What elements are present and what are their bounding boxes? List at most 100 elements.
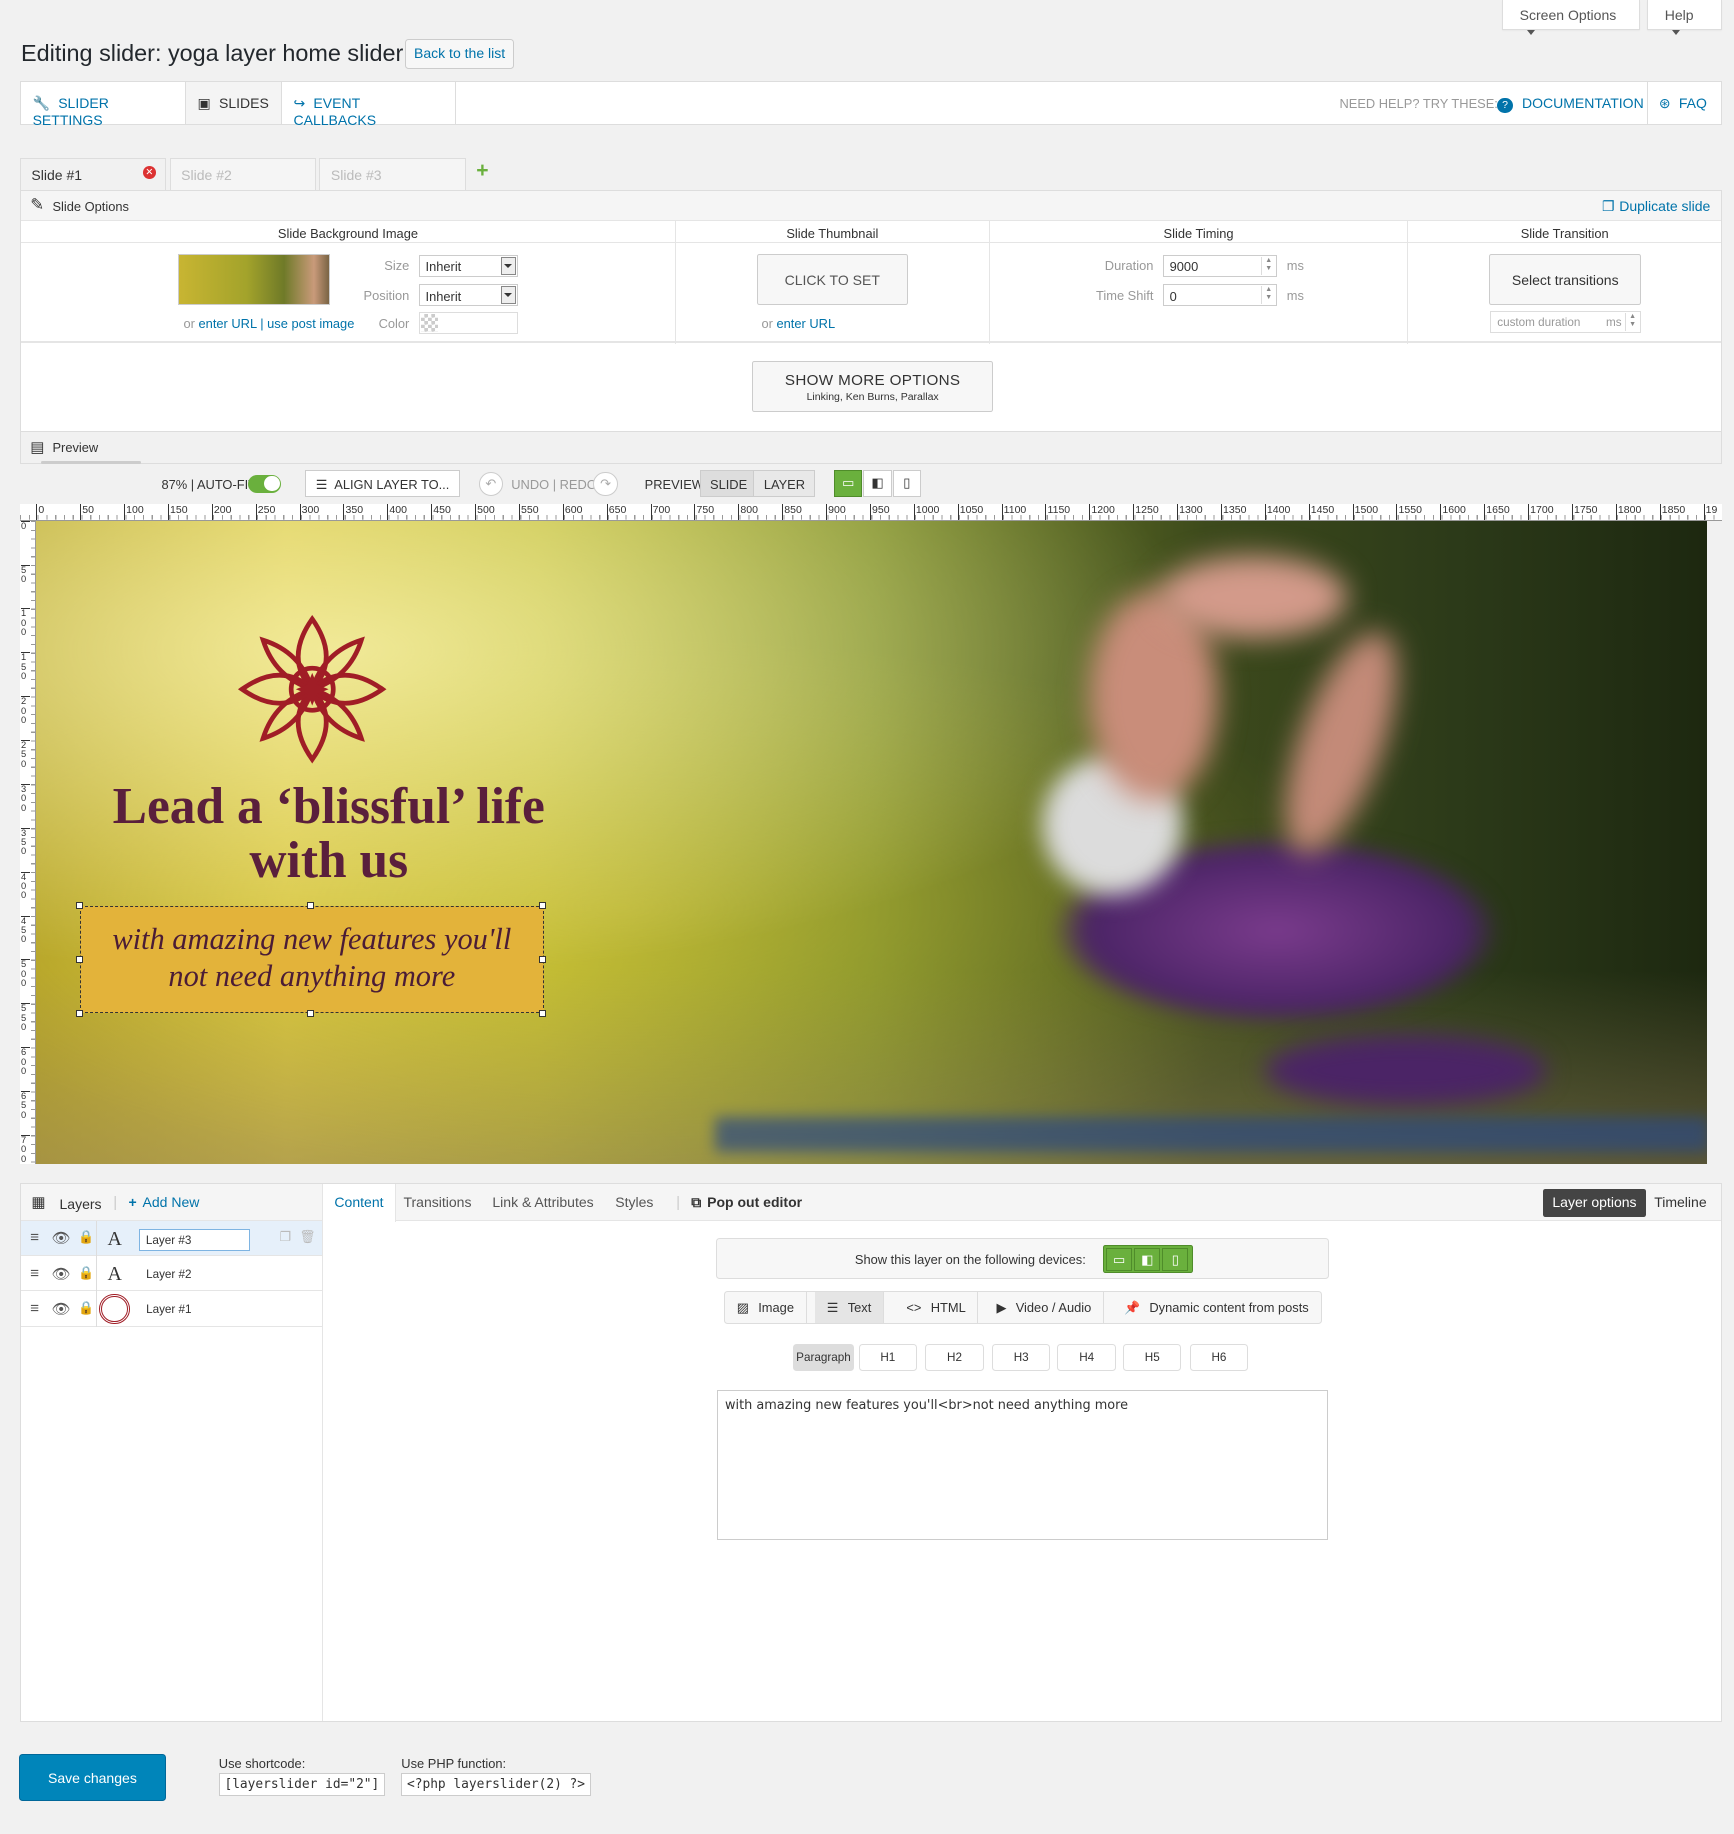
use-post-image-link[interactable]: use post image bbox=[267, 316, 354, 331]
layer-options-button[interactable]: Layer options bbox=[1543, 1188, 1646, 1217]
resize-handle[interactable] bbox=[539, 902, 547, 910]
undo-label[interactable]: UNDO bbox=[511, 477, 549, 492]
type-image-button[interactable]: ▨ Image bbox=[725, 1292, 807, 1323]
add-new-layer-button[interactable]: + Add New bbox=[129, 1194, 200, 1210]
tablet-icon[interactable]: ◧ bbox=[863, 470, 892, 498]
resize-handle[interactable] bbox=[76, 1009, 84, 1017]
drag-handle-icon[interactable]: ≡ bbox=[30, 1265, 39, 1282]
tag-h1-button[interactable]: H1 bbox=[858, 1344, 918, 1372]
resize-handle[interactable] bbox=[539, 955, 547, 963]
pop-out-editor-button[interactable]: ⧉ Pop out editor bbox=[680, 1184, 814, 1221]
resize-handle[interactable] bbox=[539, 1009, 547, 1017]
click-to-set-button[interactable]: CLICK TO SET bbox=[756, 253, 908, 306]
preview-slide-button[interactable]: SLIDE bbox=[699, 470, 757, 498]
select-transitions-button[interactable]: Select transitions bbox=[1489, 253, 1642, 306]
spinner-icon[interactable]: ▲ ▼ bbox=[1261, 286, 1275, 304]
layer-content-textarea[interactable]: with amazing new features you'll<br>not … bbox=[717, 1389, 1328, 1540]
phone-icon[interactable]: ▯ bbox=[892, 470, 921, 498]
spinner-icon[interactable]: ▲ ▼ bbox=[1625, 313, 1639, 331]
slide-canvas[interactable]: Lead a ‘blissful’ life with us with amaz… bbox=[36, 520, 1708, 1165]
tag-h6-button[interactable]: H6 bbox=[1189, 1344, 1249, 1372]
tag-h3-button[interactable]: H3 bbox=[991, 1344, 1051, 1372]
type-dynamic-button[interactable]: 📌 Dynamic content from posts bbox=[1112, 1292, 1320, 1322]
tab-transitions[interactable]: Transitions bbox=[392, 1184, 483, 1221]
layer-row[interactable]: ≡ 👁 🔒 A Layer #2 bbox=[20, 1256, 322, 1292]
ruler-tick-label: 1250 bbox=[1133, 504, 1159, 520]
drag-handle-icon[interactable]: ≡ bbox=[30, 1300, 39, 1317]
slide-tab-3[interactable]: Slide #3 bbox=[319, 157, 466, 190]
tab-content[interactable]: Content bbox=[322, 1183, 397, 1223]
type-html-button[interactable]: <> HTML bbox=[895, 1292, 979, 1323]
layer-name[interactable]: Layer #2 bbox=[146, 1268, 191, 1281]
auto-fit-toggle[interactable] bbox=[248, 475, 281, 493]
ruler-tick-label: 550 bbox=[21, 1003, 31, 1032]
faq-link[interactable]: ⊛ FAQ bbox=[1659, 95, 1707, 112]
show-more-options-button[interactable]: SHOW MORE OPTIONS Linking, Ken Burns, Pa… bbox=[752, 361, 994, 412]
lotus-logo-icon[interactable] bbox=[235, 612, 389, 766]
duration-input[interactable]: 9000 ▲ ▼ bbox=[1162, 254, 1278, 278]
type-video-button[interactable]: ▶ Video / Audio bbox=[985, 1292, 1104, 1323]
resize-handle[interactable] bbox=[306, 1009, 314, 1017]
resize-handle[interactable] bbox=[76, 902, 84, 910]
shortcode-field[interactable]: [layerslider id="2"] bbox=[218, 1772, 385, 1796]
layer-name-input[interactable]: Layer #3 bbox=[139, 1229, 251, 1251]
slide-tab-2[interactable]: Slide #2 bbox=[169, 157, 316, 190]
php-field[interactable]: <?php layerslider(2) ?> bbox=[401, 1772, 591, 1796]
lock-icon[interactable]: 🔒 bbox=[78, 1229, 94, 1245]
drag-handle-icon[interactable]: ≡ bbox=[30, 1229, 39, 1246]
eye-icon[interactable]: 👁 bbox=[51, 1229, 70, 1247]
lock-icon[interactable]: 🔒 bbox=[78, 1265, 94, 1281]
delete-slide-icon[interactable]: ✕ bbox=[142, 165, 156, 179]
position-select[interactable]: Inherit bbox=[418, 284, 519, 307]
layer-name[interactable]: Layer #1 bbox=[146, 1303, 191, 1316]
custom-duration-input[interactable]: custom duration ms ▲ ▼ bbox=[1490, 311, 1642, 334]
selected-text-layer[interactable]: with amazing new features you'll not nee… bbox=[79, 905, 545, 1014]
tag-h2-button[interactable]: H2 bbox=[925, 1344, 984, 1372]
color-picker[interactable] bbox=[418, 312, 519, 335]
tag-paragraph-button[interactable]: Paragraph bbox=[793, 1344, 854, 1372]
spinner-icon[interactable]: ▲ ▼ bbox=[1261, 257, 1275, 275]
tab-styles[interactable]: Styles bbox=[604, 1184, 666, 1221]
align-layer-button[interactable]: ☰ ALIGN LAYER TO... bbox=[305, 470, 460, 498]
back-to-list-button[interactable]: Back to the list bbox=[404, 38, 515, 70]
tab-link-attributes[interactable]: Link & Attributes bbox=[481, 1184, 606, 1221]
layer-row[interactable]: ≡ 👁 🔒 A Layer #3 ❐ 🗑 bbox=[20, 1221, 322, 1257]
timeline-button[interactable]: Timeline bbox=[1654, 1194, 1706, 1210]
trash-icon[interactable]: 🗑 bbox=[299, 1229, 315, 1245]
preview-header: ▤ Preview bbox=[19, 431, 1723, 465]
tag-h4-button[interactable]: H4 bbox=[1057, 1344, 1116, 1372]
duplicate-layer-icon[interactable]: ❐ bbox=[279, 1229, 291, 1245]
eye-icon[interactable]: 👁 bbox=[51, 1300, 70, 1318]
layer-row[interactable]: ≡ 👁 🔒 Layer #1 bbox=[20, 1291, 322, 1327]
headline-layer[interactable]: Lead a ‘blissful’ life with us bbox=[71, 780, 586, 888]
save-changes-button[interactable]: Save changes bbox=[18, 1753, 167, 1801]
redo-icon[interactable]: ↷ bbox=[593, 471, 618, 497]
tab-slider-settings[interactable]: 🔧 SLIDER SETTINGS bbox=[21, 81, 186, 128]
screen-options-button[interactable]: Screen Options bbox=[1502, 0, 1641, 36]
duplicate-slide-link[interactable]: ❐ Duplicate slide bbox=[1602, 198, 1710, 215]
phone-icon[interactable]: ▯ bbox=[1162, 1247, 1189, 1272]
undo-icon[interactable]: ↶ bbox=[478, 471, 504, 497]
resize-handle[interactable] bbox=[76, 955, 84, 963]
slide-tab-1[interactable]: Slide #1 ✕ bbox=[19, 157, 167, 191]
desktop-icon[interactable]: ▭ bbox=[834, 470, 863, 498]
resize-handle[interactable] bbox=[306, 902, 314, 910]
enter-url-link[interactable]: enter URL bbox=[199, 316, 257, 331]
help-button[interactable]: Help bbox=[1647, 0, 1723, 36]
type-text-button[interactable]: ☰ Text bbox=[815, 1292, 884, 1323]
eye-icon[interactable]: 👁 bbox=[51, 1265, 70, 1283]
bg-image-thumbnail[interactable] bbox=[177, 253, 330, 306]
tablet-icon[interactable]: ◧ bbox=[1134, 1247, 1161, 1272]
tab-slides[interactable]: ▣ SLIDES bbox=[185, 81, 282, 124]
tag-h5-button[interactable]: H5 bbox=[1123, 1344, 1182, 1372]
tab-event-callbacks[interactable]: ↪ EVENT CALLBACKS bbox=[282, 81, 457, 128]
timeshift-input[interactable]: 0 ▲ ▼ bbox=[1162, 284, 1278, 307]
lock-icon[interactable]: 🔒 bbox=[78, 1300, 94, 1316]
desktop-icon[interactable]: ▭ bbox=[1106, 1247, 1132, 1272]
redo-label[interactable]: REDO bbox=[560, 477, 597, 492]
documentation-link[interactable]: ? DOCUMENTATION bbox=[1497, 95, 1644, 113]
preview-layer-button[interactable]: LAYER bbox=[753, 470, 816, 498]
add-slide-button[interactable]: + bbox=[476, 159, 488, 183]
size-select[interactable]: Inherit bbox=[418, 254, 519, 278]
enter-url-link[interactable]: enter URL bbox=[776, 316, 835, 331]
